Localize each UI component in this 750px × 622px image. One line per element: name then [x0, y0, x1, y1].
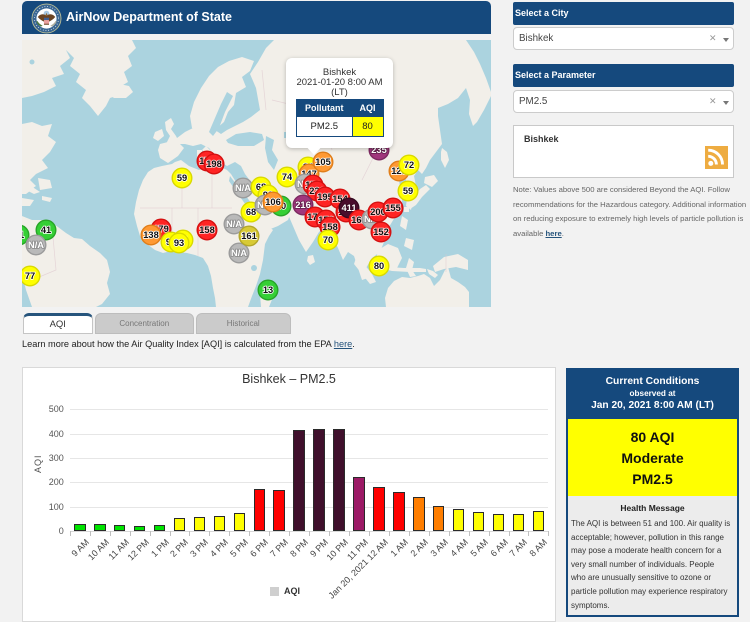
svg-text:105: 105: [315, 157, 331, 167]
svg-text:80: 80: [374, 261, 384, 271]
svg-text:72: 72: [404, 160, 414, 170]
svg-text:59: 59: [403, 186, 413, 196]
svg-text:N/A: N/A: [231, 248, 247, 258]
svg-text:70: 70: [323, 235, 333, 245]
svg-text:N/A: N/A: [235, 183, 251, 193]
svg-text:77: 77: [25, 271, 35, 281]
svg-text:152: 152: [373, 227, 389, 237]
svg-text:59: 59: [177, 173, 187, 183]
svg-text:93: 93: [174, 238, 184, 248]
svg-text:74: 74: [282, 172, 293, 182]
svg-text:161: 161: [241, 231, 257, 241]
svg-text:216: 216: [295, 200, 311, 210]
svg-text:N/A: N/A: [226, 219, 242, 229]
svg-text:68: 68: [246, 207, 256, 217]
svg-text:106: 106: [265, 197, 281, 207]
svg-text:N/A: N/A: [28, 240, 44, 250]
svg-text:198: 198: [206, 159, 222, 169]
svg-text:13: 13: [263, 285, 273, 295]
svg-text:41: 41: [22, 230, 24, 240]
svg-text:158: 158: [199, 225, 215, 235]
svg-text:155: 155: [385, 203, 401, 213]
svg-text:138: 138: [143, 230, 159, 240]
svg-text:41: 41: [41, 225, 51, 235]
